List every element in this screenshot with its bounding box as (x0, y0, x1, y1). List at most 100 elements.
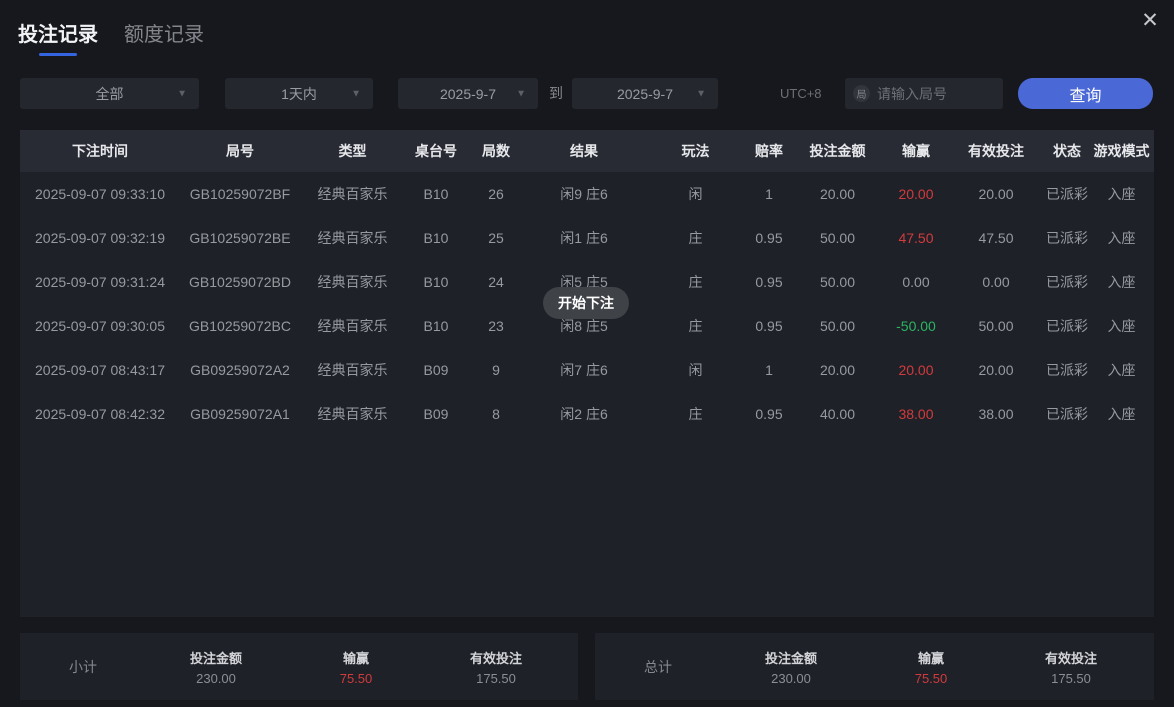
cell-bet-time: 2025-09-07 09:33:10 (20, 172, 180, 216)
tab-bar: 投注记录 额度记录 (18, 18, 204, 56)
cell-result: 闲7 庄6 (525, 348, 643, 392)
chevron-down-icon: ▼ (177, 88, 187, 99)
cell-odds: 0.95 (748, 216, 790, 260)
cell-game-mode: 入座 (1089, 348, 1154, 392)
bet-type-select[interactable]: 全部 ▼ (20, 78, 199, 109)
cell-round-id: GB09259072A1 (180, 392, 300, 436)
to-label: 到 (549, 78, 563, 109)
subtotal-label: 小计 (20, 657, 146, 677)
cell-table-no: B09 (405, 392, 467, 436)
chevron-down-icon: ▼ (696, 88, 706, 99)
filter-bar: 全部 ▼ 1天内 ▼ 2025-9-7 ▼ 到 2025-9-7 ▼ UTC+8… (0, 78, 1174, 109)
cell-round-no: 23 (467, 304, 525, 348)
table-row: 2025-09-07 09:33:10 GB10259072BF 经典百家乐 B… (20, 172, 1154, 216)
cell-game-mode: 入座 (1089, 260, 1154, 304)
stat-label: 投注金额 (721, 648, 861, 667)
chevron-down-icon: ▼ (516, 88, 526, 99)
close-icon[interactable]: ✕ (1136, 6, 1164, 34)
cell-status: 已派彩 (1045, 392, 1089, 436)
date-from-select-value: 2025-9-7 (440, 86, 496, 102)
cell-winloss: 47.50 (885, 216, 947, 260)
cell-table-no: B10 (405, 260, 467, 304)
stat-value: 175.50 (1001, 671, 1141, 686)
cell-round-no: 25 (467, 216, 525, 260)
total-winloss-stat: 输赢 75.50 (861, 648, 1001, 686)
column-header: 局数 (467, 130, 525, 172)
stat-label: 有效投注 (426, 648, 566, 667)
stat-label: 输赢 (286, 648, 426, 667)
cell-game-type: 经典百家乐 (300, 348, 405, 392)
cell-status: 已派彩 (1045, 348, 1089, 392)
date-from-select[interactable]: 2025-9-7 ▼ (398, 78, 538, 109)
date-to-select[interactable]: 2025-9-7 ▼ (572, 78, 718, 109)
cell-winloss: 20.00 (885, 348, 947, 392)
column-header: 桌台号 (405, 130, 467, 172)
cell-bet-time: 2025-09-07 08:43:17 (20, 348, 180, 392)
cell-game-type: 经典百家乐 (300, 392, 405, 436)
subtotal-winloss-stat: 输赢 75.50 (286, 648, 426, 686)
cell-play: 庄 (643, 260, 748, 304)
cell-winloss: -50.00 (885, 304, 947, 348)
column-header: 玩法 (643, 130, 748, 172)
cell-bet-amount: 50.00 (790, 260, 885, 304)
cell-round-id: GB10259072BD (180, 260, 300, 304)
cell-odds: 0.95 (748, 304, 790, 348)
cell-bet-amount: 50.00 (790, 304, 885, 348)
total-panel: 总计 投注金额 230.00 输赢 75.50 有效投注 175.50 (595, 633, 1154, 700)
table-row: 2025-09-07 09:32:19 GB10259072BE 经典百家乐 B… (20, 216, 1154, 260)
subtotal-valid-stat: 有效投注 175.50 (426, 648, 566, 686)
cell-status: 已派彩 (1045, 304, 1089, 348)
cell-winloss: 38.00 (885, 392, 947, 436)
column-header: 下注时间 (20, 130, 180, 172)
cell-bet-time: 2025-09-07 09:31:24 (20, 260, 180, 304)
cell-valid-bet: 38.00 (947, 392, 1045, 436)
table-row: 2025-09-07 08:42:32 GB09259072A1 经典百家乐 B… (20, 392, 1154, 436)
date-range-select-value: 1天内 (281, 84, 317, 104)
column-header: 游戏模式 (1089, 130, 1154, 172)
cell-play: 庄 (643, 216, 748, 260)
tab-bet-records[interactable]: 投注记录 (18, 18, 98, 56)
subtotal-bet-stat: 投注金额 230.00 (146, 648, 286, 686)
cell-result: 闲2 庄6 (525, 392, 643, 436)
cell-round-id: GB09259072A2 (180, 348, 300, 392)
cell-winloss: 20.00 (885, 172, 947, 216)
cell-game-type: 经典百家乐 (300, 260, 405, 304)
cell-bet-amount: 50.00 (790, 216, 885, 260)
total-bet-stat: 投注金额 230.00 (721, 648, 861, 686)
stat-value: 175.50 (426, 671, 566, 686)
subtotal-panel: 小计 投注金额 230.00 输赢 75.50 有效投注 175.50 (20, 633, 578, 700)
cell-status: 已派彩 (1045, 216, 1089, 260)
stat-label: 输赢 (861, 648, 1001, 667)
cell-round-id: GB10259072BF (180, 172, 300, 216)
total-label: 总计 (595, 657, 721, 677)
cell-round-no: 26 (467, 172, 525, 216)
cell-valid-bet: 0.00 (947, 260, 1045, 304)
cell-valid-bet: 20.00 (947, 348, 1045, 392)
column-header: 赔率 (748, 130, 790, 172)
cell-round-no: 9 (467, 348, 525, 392)
date-to-select-value: 2025-9-7 (617, 86, 673, 102)
cell-valid-bet: 50.00 (947, 304, 1045, 348)
cell-game-mode: 入座 (1089, 172, 1154, 216)
column-header: 投注金额 (790, 130, 885, 172)
cell-status: 已派彩 (1045, 172, 1089, 216)
round-id-search-input[interactable] (877, 86, 995, 102)
cell-valid-bet: 20.00 (947, 172, 1045, 216)
cell-play: 庄 (643, 392, 748, 436)
tab-quota-records[interactable]: 额度记录 (124, 18, 204, 56)
cell-odds: 1 (748, 172, 790, 216)
column-header: 结果 (525, 130, 643, 172)
cell-bet-amount: 40.00 (790, 392, 885, 436)
cell-game-mode: 入座 (1089, 392, 1154, 436)
timezone-label: UTC+8 (780, 78, 822, 109)
query-button[interactable]: 查询 (1018, 78, 1153, 109)
cell-odds: 0.95 (748, 392, 790, 436)
cell-result: 闲9 庄6 (525, 172, 643, 216)
cell-status: 已派彩 (1045, 260, 1089, 304)
date-range-select[interactable]: 1天内 ▼ (225, 78, 373, 109)
stat-label: 投注金额 (146, 648, 286, 667)
table-header-row: 下注时间局号类型桌台号局数结果玩法赔率投注金额输赢有效投注状态游戏模式 (20, 130, 1154, 172)
column-header: 有效投注 (947, 130, 1045, 172)
cell-odds: 1 (748, 348, 790, 392)
round-id-search-box: 局 (845, 78, 1003, 109)
